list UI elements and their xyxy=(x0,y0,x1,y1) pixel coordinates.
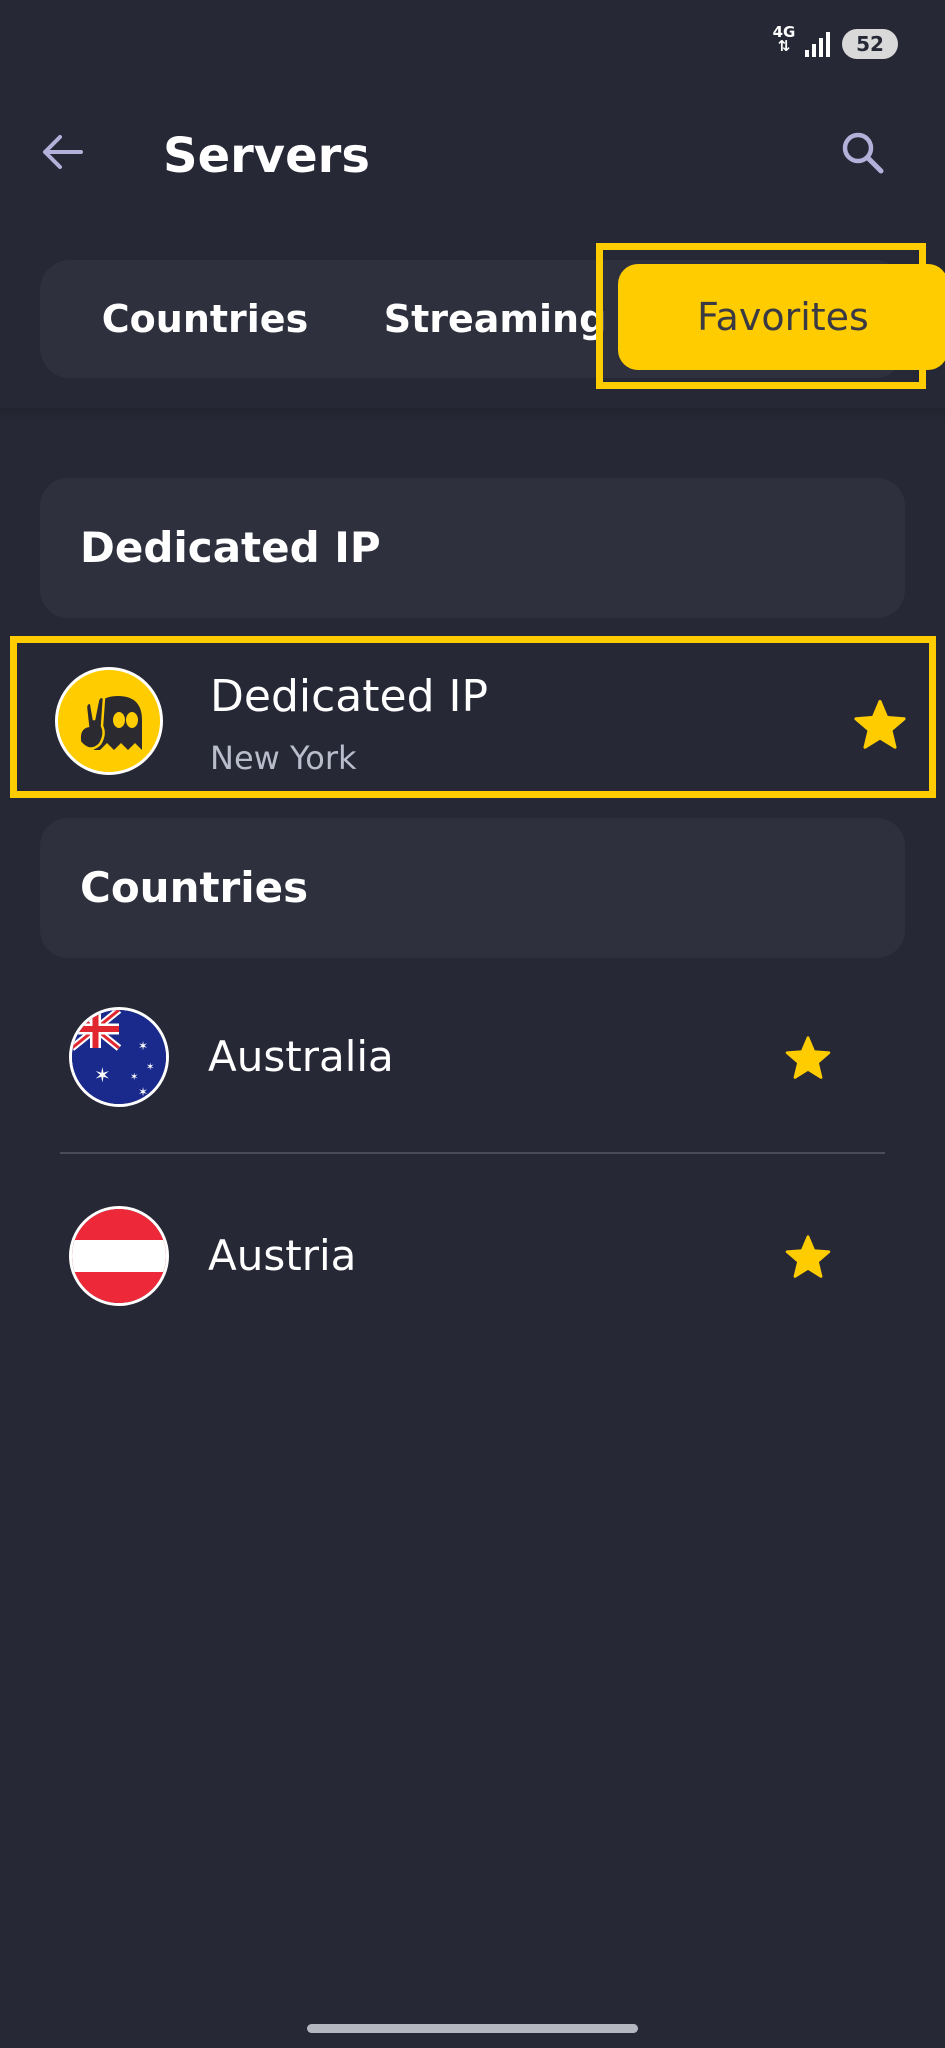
section-header-countries: Countries xyxy=(40,818,905,958)
country-name-australia: Australia xyxy=(208,1032,394,1081)
dedicated-ip-name: Dedicated IP xyxy=(210,671,489,722)
svg-text:✶: ✶ xyxy=(94,1063,111,1087)
dedicated-ip-location: New York xyxy=(210,739,357,777)
search-button[interactable] xyxy=(830,120,894,184)
svg-text:✶: ✶ xyxy=(138,1039,148,1053)
signal-icon xyxy=(805,32,830,57)
favorites-tab-highlight xyxy=(596,243,926,389)
page-title: Servers xyxy=(163,128,370,184)
status-bar: 4G ⇅ 52 xyxy=(0,0,945,80)
home-indicator[interactable] xyxy=(307,2024,638,2033)
dedicated-ip-row[interactable]: Dedicated IP New York xyxy=(10,636,936,798)
app-header: Servers xyxy=(0,80,945,220)
ghost-peace-icon xyxy=(55,667,163,775)
header-divider xyxy=(0,408,945,422)
battery-indicator: 52 xyxy=(842,29,898,59)
back-button[interactable] xyxy=(30,120,94,184)
austria-flag-icon xyxy=(69,1206,169,1306)
section-title-countries: Countries xyxy=(80,863,309,912)
network-indicator: 4G ⇅ xyxy=(770,25,798,55)
favorite-star-icon[interactable] xyxy=(781,1032,835,1086)
svg-text:✶: ✶ xyxy=(146,1062,154,1073)
favorite-star-icon[interactable] xyxy=(781,1231,835,1285)
search-icon xyxy=(842,132,884,174)
country-row-australia[interactable]: ✶ ✶ ✶ ✶ ✶ Australia xyxy=(40,977,905,1137)
list-divider xyxy=(60,1152,885,1154)
svg-text:✶: ✶ xyxy=(130,1072,138,1083)
country-row-austria[interactable]: Austria xyxy=(40,1176,905,1336)
favorite-star-icon[interactable] xyxy=(849,695,911,757)
country-name-austria: Austria xyxy=(208,1231,357,1280)
data-arrows-icon: ⇅ xyxy=(777,37,791,55)
section-header-dedicated-ip: Dedicated IP xyxy=(40,478,905,618)
australia-flag-icon: ✶ ✶ ✶ ✶ ✶ xyxy=(69,1007,169,1107)
tab-countries[interactable]: Countries xyxy=(60,260,350,378)
arrow-left-icon xyxy=(43,135,83,169)
svg-text:✶: ✶ xyxy=(138,1085,148,1099)
section-title-dedicated-ip: Dedicated IP xyxy=(80,523,381,572)
